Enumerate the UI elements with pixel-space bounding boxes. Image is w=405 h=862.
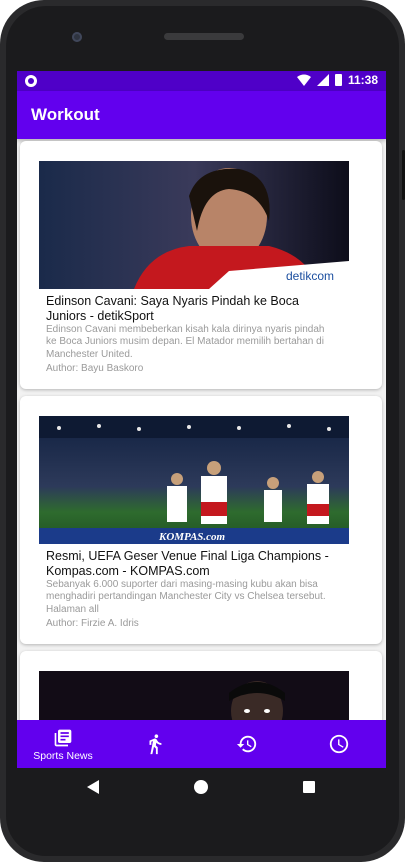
article-author: Author: Firzie A. Idris [46,618,139,629]
screen: 11:38 Workout detikcom Edinson Cavani: S… [17,71,386,768]
app-bar: Workout [17,91,386,139]
nav-sports-news[interactable]: Sports News [17,720,109,768]
news-list[interactable]: detikcom Edinson Cavani: Saya Nyaris Pin… [17,139,386,720]
status-time: 11:38 [347,73,378,87]
front-camera [72,32,82,42]
detikcom-logo: detikcom [286,269,334,283]
status-right: 11:38 [296,73,378,87]
speaker-grille [164,33,244,40]
article-description: Sebanyak 6.000 suporter dari masing-masi… [46,579,326,615]
history-icon [236,735,257,753]
article-image: KOMPAS.com [39,416,349,544]
signal-icon [316,74,329,86]
article-title[interactable]: Resmi, UEFA Geser Venue Final Liga Champ… [46,549,336,579]
status-bar: 11:38 [17,71,386,91]
article-image [39,671,349,720]
article-description: Edinson Cavani membeberkan kisah kala di… [46,324,325,360]
notification-icon [25,75,37,87]
kompas-logo: KOMPAS.com [158,531,226,543]
page-title: Workout [31,105,100,124]
newspaper-icon [54,729,72,747]
run-icon [149,734,162,755]
nav-schedule[interactable] [293,720,385,768]
news-card[interactable] [20,651,382,720]
back-icon[interactable] [87,780,99,794]
nav-workout[interactable] [109,720,201,768]
wifi-icon [296,74,311,86]
nav-history[interactable] [201,720,293,768]
phone-frame: 11:38 Workout detikcom Edinson Cavani: S… [0,0,405,862]
news-card[interactable]: detikcom Edinson Cavani: Saya Nyaris Pin… [20,141,382,389]
article-author: Author: Bayu Baskoro [46,363,144,374]
home-icon[interactable] [194,780,208,794]
article-title[interactable]: Edinson Cavani: Saya Nyaris Pindah ke Bo… [46,294,336,324]
bottom-navigation: Sports News [17,720,386,768]
system-navigation-bar [17,768,386,808]
news-card[interactable]: KOMPAS.com Resmi, UEFA Geser Venue Final… [20,396,382,644]
article-image: detikcom [39,161,349,289]
nav-label: Sports News [33,750,93,762]
clock-icon [329,734,349,754]
recent-apps-icon[interactable] [303,781,315,793]
battery-icon [334,74,342,86]
